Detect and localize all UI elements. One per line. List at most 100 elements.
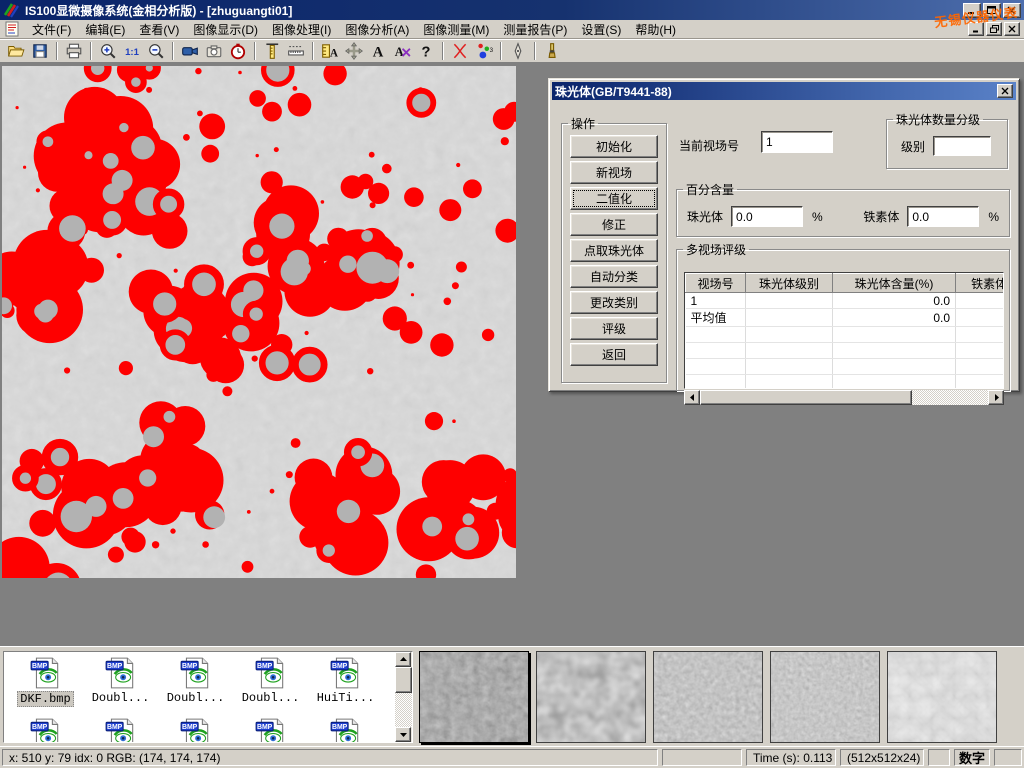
file-item[interactable]: BMP — [8, 717, 83, 743]
print-icon[interactable] — [62, 40, 86, 62]
table-row[interactable]: 10.0 — [686, 293, 1005, 309]
menu-item-2[interactable]: 查看(V) — [132, 20, 186, 39]
metallograph-image[interactable] — [2, 66, 516, 578]
menu-item-0[interactable]: 文件(F) — [25, 20, 78, 39]
brush-icon[interactable] — [540, 40, 564, 62]
minimize-button[interactable] — [963, 3, 981, 18]
svg-text:BMP: BMP — [106, 724, 122, 731]
initialize-button[interactable]: 初始化 — [570, 135, 658, 158]
camera-icon[interactable] — [202, 40, 226, 62]
micrograph-thumbnail-4[interactable] — [770, 651, 880, 743]
table-row-empty — [686, 375, 1005, 390]
mdi-minimize-button[interactable] — [968, 22, 984, 36]
return-button[interactable]: 返回 — [570, 343, 658, 366]
scroll-up-button[interactable] — [395, 652, 411, 667]
scroll-left-button[interactable] — [684, 390, 700, 405]
scrollbar-thumb[interactable] — [700, 390, 912, 405]
file-item[interactable]: BMP — [233, 717, 308, 743]
file-item[interactable]: BMP — [158, 717, 233, 743]
menu-bar: 文件(F)编辑(E)查看(V)图像显示(D)图像处理(I)图像分析(A)图像测量… — [0, 20, 1024, 39]
scroll-right-button[interactable] — [988, 390, 1004, 405]
table-header[interactable]: 珠光体级别 — [746, 274, 833, 293]
correct-button[interactable]: 修正 — [570, 213, 658, 236]
file-item[interactable]: BMP — [83, 717, 158, 743]
grade-input[interactable] — [933, 136, 991, 156]
micrograph-thumbnail-5[interactable] — [887, 651, 997, 743]
table-header[interactable]: 铁素体含量(%) — [956, 274, 1005, 293]
marker-points-icon[interactable]: 3 — [472, 40, 496, 62]
menu-item-9[interactable]: 帮助(H) — [628, 20, 683, 39]
delete-text-icon[interactable]: A — [390, 40, 414, 62]
menu-item-6[interactable]: 图像测量(M) — [416, 20, 496, 39]
toolbar-separator — [90, 42, 92, 60]
file-item[interactable]: BMP DKF.bmp — [8, 656, 83, 707]
file-item[interactable]: BMP Doubl... — [233, 656, 308, 707]
close-button[interactable] — [1003, 3, 1021, 18]
menu-item-8[interactable]: 设置(S) — [574, 20, 628, 39]
scrollbar-thumb[interactable] — [395, 667, 412, 693]
app-logo-icon — [3, 2, 21, 18]
ruler-icon[interactable] — [284, 40, 308, 62]
file-item[interactable]: BMP Doubl... — [83, 656, 158, 707]
curve-tool-icon[interactable] — [448, 40, 472, 62]
binarize-button[interactable]: 二值化 — [570, 187, 658, 210]
menu-item-5[interactable]: 图像分析(A) — [338, 20, 416, 39]
menu-item-3[interactable]: 图像显示(D) — [186, 20, 265, 39]
micrograph-thumbnail-1[interactable] — [419, 651, 529, 743]
pen-icon[interactable] — [506, 40, 530, 62]
bottom-panel: BMP DKF.bmp BMP Doubl... BMP Doubl... — [0, 646, 1024, 746]
rate-button[interactable]: 评级 — [570, 317, 658, 340]
table-row-empty — [686, 327, 1005, 343]
multi-field-rating-title: 多视场评级 — [683, 241, 749, 258]
menu-item-1[interactable]: 编辑(E) — [78, 20, 132, 39]
measure-text-icon[interactable]: A — [318, 40, 342, 62]
save-icon[interactable] — [28, 40, 52, 62]
file-item[interactable]: BMP Doubl... — [158, 656, 233, 707]
zoom-out-icon[interactable] — [144, 40, 168, 62]
micrograph-thumbnail-2[interactable] — [536, 651, 646, 743]
table-horizontal-scrollbar[interactable] — [684, 390, 1004, 405]
file-item[interactable]: BMP HuiTi... — [308, 656, 383, 707]
pick-pearlite-button[interactable]: 点取珠光体 — [570, 239, 658, 262]
text-icon[interactable]: A — [366, 40, 390, 62]
help-icon[interactable]: ? — [414, 40, 438, 62]
ferrite-percent-input[interactable] — [907, 206, 979, 227]
file-item[interactable]: BMP — [308, 717, 383, 743]
table-header[interactable]: 视场号 — [686, 274, 746, 293]
timer-icon[interactable] — [226, 40, 250, 62]
move-icon[interactable] — [342, 40, 366, 62]
caliper-icon[interactable] — [260, 40, 284, 62]
new-field-button[interactable]: 新视场 — [570, 161, 658, 184]
actual-size-icon[interactable]: 1:1 — [120, 40, 144, 62]
toolbar-separator — [254, 42, 256, 60]
file-name: Doubl... — [240, 691, 302, 705]
auto-classify-button[interactable]: 自动分类 — [570, 265, 658, 288]
video-camera-icon[interactable] — [178, 40, 202, 62]
scroll-down-button[interactable] — [395, 727, 411, 742]
menu-item-7[interactable]: 测量报告(P) — [496, 20, 574, 39]
menu-item-4[interactable]: 图像处理(I) — [265, 20, 338, 39]
file-browser[interactable]: BMP DKF.bmp BMP Doubl... BMP Doubl... — [3, 651, 413, 743]
bmp-file-icon: BMP — [178, 717, 214, 743]
file-browser-scrollbar[interactable] — [395, 652, 412, 742]
file-name: HuiTi... — [315, 691, 377, 705]
change-class-button[interactable]: 更改类别 — [570, 291, 658, 314]
rating-table[interactable]: 视场号珠光体级别珠光体含量(%)铁素体含量(%) 10.0平均值0.0 — [684, 272, 1004, 389]
maximize-button[interactable] — [983, 3, 1001, 18]
pearlite-percent-input[interactable] — [731, 206, 803, 227]
bmp-file-icon: BMP — [178, 656, 214, 690]
dialog-title-bar[interactable]: 珠光体(GB/T9441-88) — [552, 82, 1016, 100]
dialog-close-button[interactable] — [997, 84, 1013, 98]
scrollbar-track[interactable] — [912, 390, 988, 405]
open-icon[interactable] — [4, 40, 28, 62]
table-header[interactable]: 珠光体含量(%) — [833, 274, 956, 293]
svg-text:?: ? — [422, 45, 431, 60]
table-row[interactable]: 平均值0.0 — [686, 309, 1005, 327]
status-panel-empty — [928, 749, 950, 766]
zoom-in-icon[interactable] — [96, 40, 120, 62]
current-field-input[interactable] — [761, 131, 833, 153]
mdi-restore-button[interactable] — [986, 22, 1002, 36]
mdi-close-button[interactable] — [1004, 22, 1020, 36]
scrollbar-track[interactable] — [395, 693, 412, 727]
micrograph-thumbnail-3[interactable] — [653, 651, 763, 743]
